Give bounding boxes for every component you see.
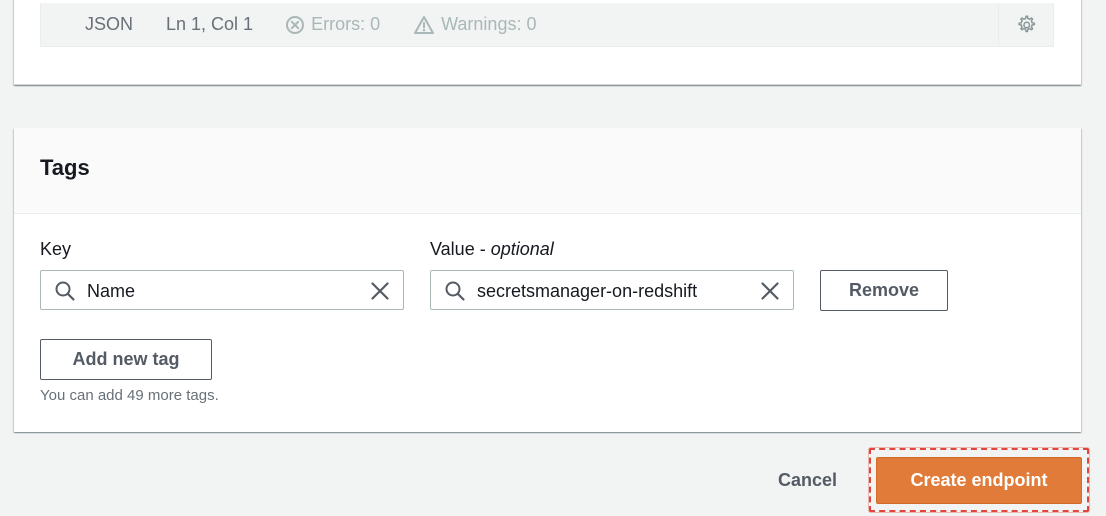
remove-tag-button[interactable]: Remove [820,270,948,311]
tag-value-input[interactable]: secretsmanager-on-redshift [430,270,794,310]
tags-title: Tags [40,154,90,180]
clear-value-icon[interactable] [760,281,780,301]
tag-value-value: secretsmanager-on-redshift [477,281,698,301]
cancel-button[interactable]: Cancel [760,467,855,493]
search-icon [55,281,75,301]
editor-settings-button[interactable] [998,3,1053,47]
create-endpoint-button[interactable]: Create endpoint [876,457,1082,504]
error-circle-icon [286,15,305,34]
cursor-position: Ln 1, Col 1 [166,14,254,34]
clear-key-icon[interactable] [370,281,390,301]
add-new-tag-button[interactable]: Add new tag [40,339,212,380]
value-label: Value - optional [430,239,554,260]
warnings-indicator[interactable]: Warnings: 0 [413,14,536,35]
editor-mode: JSON [85,14,134,34]
errors-count: Errors: 0 [311,14,381,34]
tag-key-value: Name [87,281,136,301]
errors-indicator[interactable]: Errors: 0 [285,14,380,35]
tag-key-input[interactable]: Name [40,270,404,310]
gear-icon [1018,15,1036,33]
value-label-text: Value - [430,239,491,259]
tags-header: Tags [14,128,1081,214]
tags-remaining-hint: You can add 49 more tags. [40,387,219,404]
editor-status-bar: JSON Ln 1, Col 1 Errors: 0 Warnings: 0 [40,3,1054,47]
policy-editor-card: JSON Ln 1, Col 1 Errors: 0 Warnings: 0 [14,0,1081,85]
warnings-count: Warnings: 0 [441,14,537,34]
key-label: Key [40,239,72,259]
search-icon [445,281,465,301]
warning-triangle-icon [414,15,435,34]
value-label-optional: optional [490,239,554,259]
